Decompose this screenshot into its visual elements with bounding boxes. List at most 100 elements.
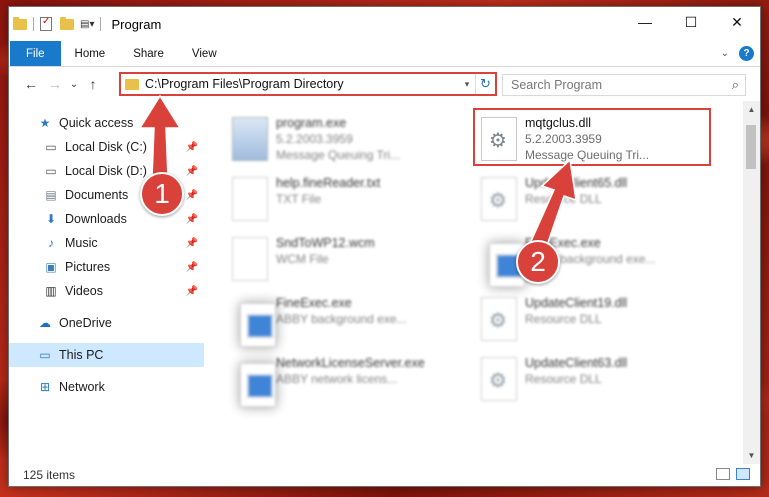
file-item[interactable]: help.fineReader.txt TXT File [230,173,465,225]
new-folder-icon[interactable] [60,16,74,30]
scroll-up-icon[interactable]: ▲ [743,105,760,114]
pin-icon: 📌 [185,237,198,249]
file-name: UpdateClient19.dll [525,296,628,310]
sidebar-item-label: Documents [65,188,129,202]
up-button[interactable]: ↑ [81,76,105,92]
sidebar-item-local-disk-c[interactable]: ▭ Local Disk (C:) 📌 [9,135,204,159]
search-placeholder: Search Program [511,78,603,92]
file-item[interactable]: program.exe 5.2.2003.3959 Message Queuin… [230,113,465,165]
file-type: Resource DLL [525,372,602,386]
file-item[interactable]: UpdateClient19.dll Resource DLL [479,293,714,345]
close-button[interactable]: ✕ [714,7,760,37]
sidebar-item-pictures[interactable]: ▣ Pictures 📌 [9,255,204,279]
view-switcher [716,468,750,480]
sidebar-item-label: Videos [65,284,103,298]
music-icon: ♪ [48,236,54,250]
sidebar-item-videos[interactable]: ▥ Videos 📌 [9,279,204,303]
ribbon-right-controls: ⌄ ? [721,46,754,61]
minimize-button[interactable]: — [622,7,668,37]
documents-icon: ▤ [45,188,57,202]
file-type: Resource DLL [525,192,602,206]
dll-gear-icon [481,357,517,401]
file-name: help.fineReader.txt [276,176,381,190]
videos-icon: ▥ [45,284,57,298]
sidebar-item-music[interactable]: ♪ Music 📌 [9,231,204,255]
sidebar-item-label: Quick access [59,116,134,130]
tab-view[interactable]: View [178,41,231,66]
sidebar-item-label: This PC [59,348,104,362]
download-icon: ⬇ [45,212,57,226]
exe-icon [232,117,268,161]
file-item[interactable]: FineExec.exe ABBY background exe... [230,293,465,347]
vertical-scrollbar[interactable]: ▲ ▼ [743,101,760,464]
cloud-icon: ☁ [39,316,51,330]
sidebar-item-quick-access[interactable]: ★ Quick access [9,111,204,135]
folder-icon [125,78,139,90]
scrollbar-thumb[interactable] [746,125,756,169]
step-1-badge: 1 [140,172,184,216]
pin-icon: 📌 [185,261,198,273]
computer-icon: ▭ [39,348,51,362]
expand-ribbon-icon[interactable]: ⌄ [721,48,729,59]
file-icon [232,237,268,281]
details-view-icon[interactable] [716,468,730,480]
tiles-view-icon[interactable] [736,468,750,480]
file-name: NetworkLicenseServer.exe [276,356,425,370]
file-item[interactable]: SndToWP12.wcm WCM File [230,233,465,285]
app-window-icon [240,363,276,407]
tab-home[interactable]: Home [61,41,120,66]
recent-locations-button[interactable]: ⌄ [67,79,81,90]
address-path[interactable]: C:\Program Files\Program Directory [145,77,459,91]
sidebar-item-network[interactable]: ⊞ Network [9,375,204,399]
customize-toolbar-icon[interactable]: ▤▾ [80,19,94,30]
file-explorer-window: ▤▾ Program — ☐ ✕ File Home Share View ⌄ … [8,6,761,487]
sidebar-item-label: Pictures [65,260,111,274]
sidebar-item-onedrive[interactable]: ☁ OneDrive [9,311,204,335]
help-icon[interactable]: ? [739,46,754,61]
pin-icon: 📌 [185,285,198,297]
search-input[interactable]: Search Program ⌕ [502,74,746,96]
star-icon: ★ [39,116,51,130]
address-bar[interactable]: C:\Program Files\Program Directory ▾ ↻ [119,72,497,96]
pin-icon: 📌 [185,213,198,225]
address-dropdown-icon[interactable]: ▾ [459,79,475,90]
file-item[interactable]: UpdateClient63.dll Resource DLL [479,353,714,405]
refresh-icon[interactable]: ↻ [475,74,495,94]
network-icon: ⊞ [39,380,51,394]
file-type: ABBY network licens... [276,372,398,386]
maximize-button[interactable]: ☐ [668,7,714,37]
dll-gear-icon [481,177,517,221]
forward-button[interactable]: → [43,76,67,92]
file-item[interactable]: UpdateClient65.dll Resource DLL [479,173,714,225]
dll-gear-icon [481,297,517,341]
sidebar-item-this-pc[interactable]: ▭ This PC [9,343,204,367]
search-icon[interactable]: ⌕ [732,77,739,93]
pin-icon: 📌 [185,189,198,201]
navigation-pane: ★ Quick access ▭ Local Disk (C:) 📌 ▭ Loc… [9,101,204,464]
tab-share[interactable]: Share [119,41,178,66]
pin-icon: 📌 [185,141,198,153]
sidebar-item-label: Downloads [65,212,127,226]
pictures-icon: ▣ [45,260,57,274]
ribbon-tabs: File Home Share View ⌄ ? [9,41,760,67]
file-item[interactable]: FineExec.exe ABBY background exe... [479,233,714,287]
tab-file[interactable]: File [10,41,61,66]
text-file-icon [232,177,268,221]
scroll-down-icon[interactable]: ▼ [743,451,760,460]
file-item[interactable]: NetworkLicenseServer.exe ABBY network li… [230,353,465,407]
app-window-icon [240,303,276,347]
content-area: ★ Quick access ▭ Local Disk (C:) 📌 ▭ Loc… [9,101,760,464]
back-button[interactable]: ← [19,76,43,92]
pin-icon: 📌 [185,165,198,177]
item-count: 125 items [23,468,76,482]
window-title: Program [111,16,162,32]
quick-access-toolbar: ▤▾ [9,16,102,31]
sidebar-item-label: Network [59,380,105,394]
sidebar-item-label: OneDrive [59,316,112,330]
file-name: SndToWP12.wcm [276,236,375,250]
file-name: program.exe [276,116,347,130]
drive-icon: ▭ [45,164,57,178]
properties-icon[interactable] [40,16,52,31]
